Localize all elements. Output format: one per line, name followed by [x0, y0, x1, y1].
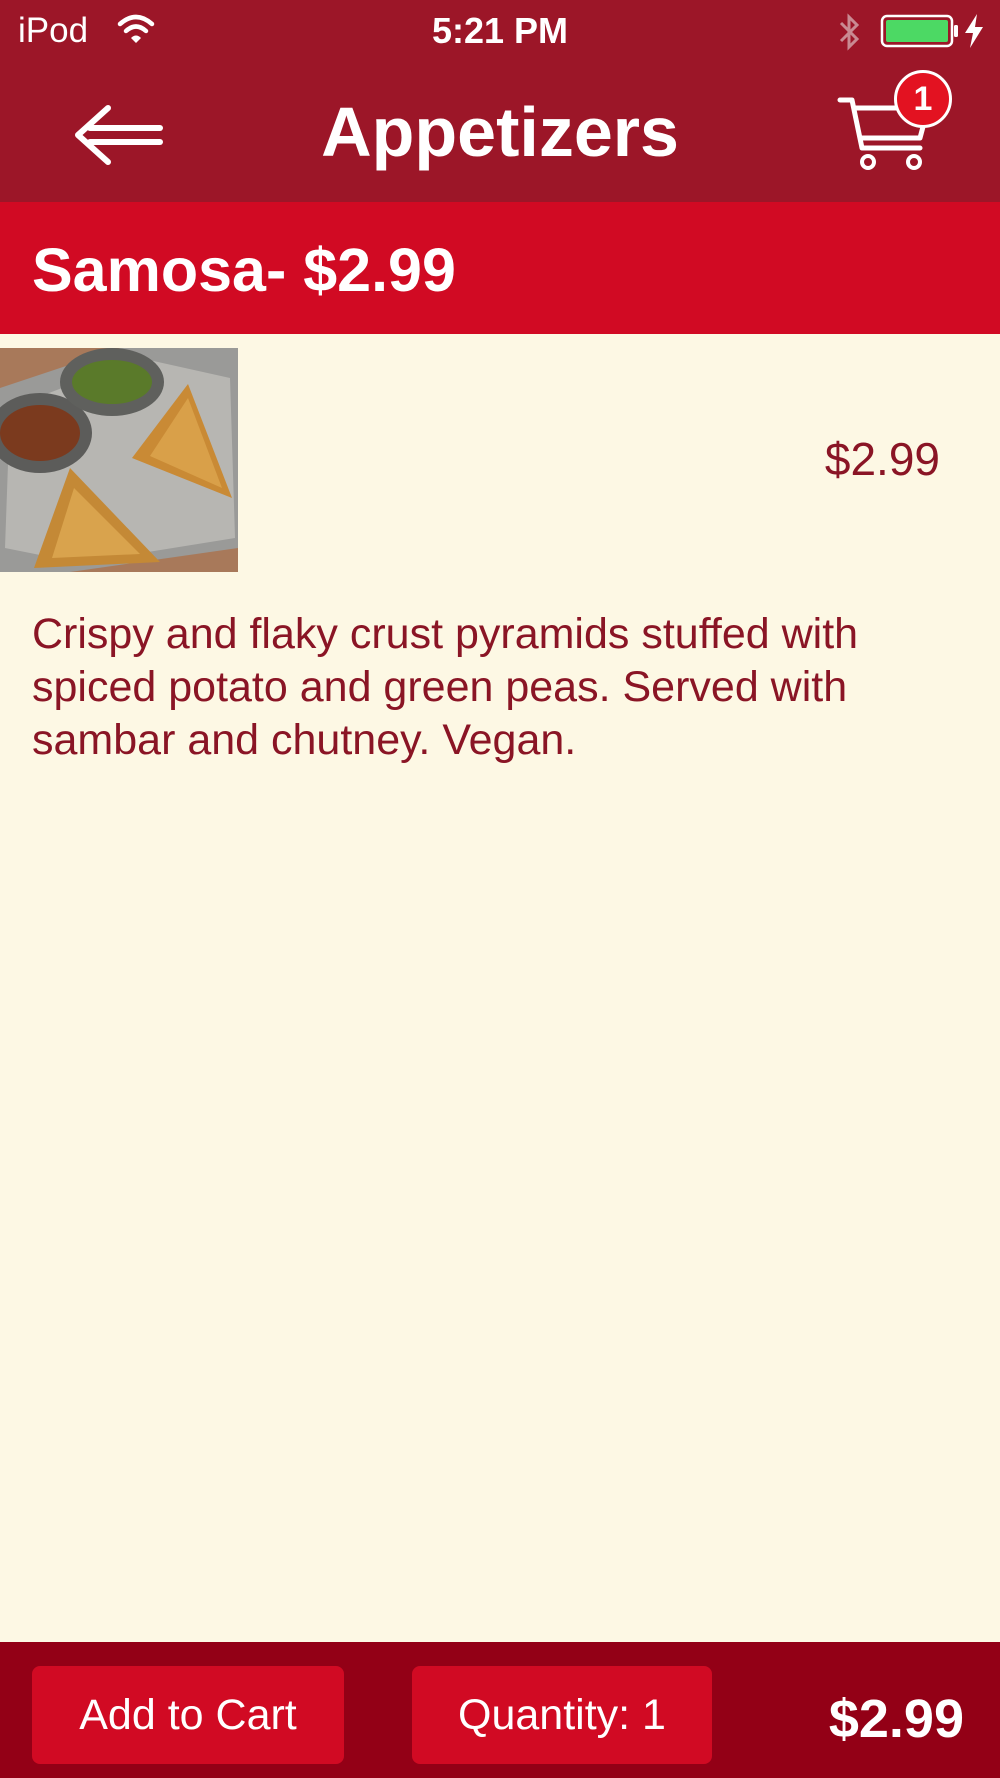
battery-icon	[880, 14, 960, 53]
total-price: $2.99	[828, 1689, 964, 1749]
add-to-cart-button[interactable]: Add to Cart	[32, 1666, 344, 1764]
bottom-bar: Add to Cart Quantity: 1 $2.99	[0, 1642, 1000, 1778]
status-bar: iPod 5:21 PM	[0, 0, 1000, 64]
item-header: Samosa- $2.99	[0, 202, 1000, 334]
quantity-button[interactable]: Quantity: 1	[412, 1666, 712, 1764]
bluetooth-icon	[836, 12, 862, 57]
navigation-bar: iPod 5:21 PM Appetizers 1	[0, 0, 1000, 202]
charging-icon	[962, 12, 986, 55]
item-description: Crispy and flaky crust pyramids stuffed …	[32, 610, 859, 764]
cart-button[interactable]: 1	[836, 70, 958, 174]
cart-count-badge: 1	[894, 70, 952, 128]
samosa-photo	[0, 348, 238, 572]
item-title: Samosa- $2.99	[32, 236, 456, 304]
item-price: $2.99	[824, 433, 940, 485]
